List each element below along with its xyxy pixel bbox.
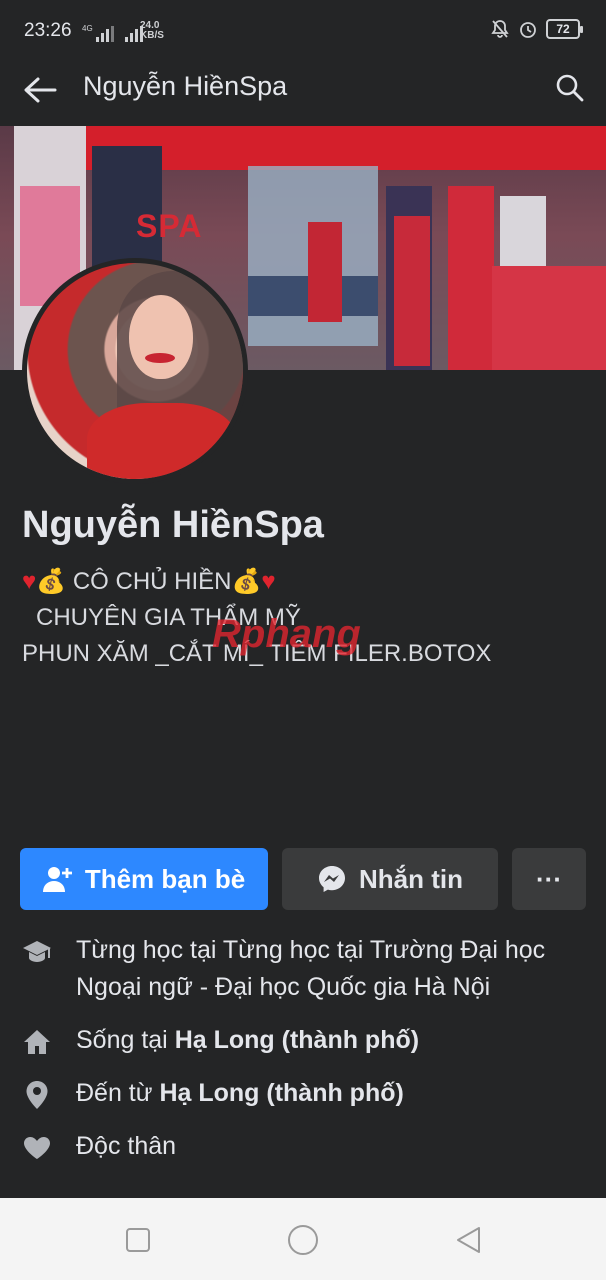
back-nav-button[interactable]: [448, 1220, 488, 1260]
home-icon: [20, 1027, 54, 1057]
bio-line-1: ♥💰 CÔ CHỦ HIỀN💰♥: [22, 564, 592, 600]
intro-education: Từng học tại Từng học tại Trường Đại học…: [20, 932, 590, 1006]
heart-icon: [20, 1133, 54, 1163]
system-nav-bar: [0, 1198, 606, 1280]
profile-name: Nguyễn HiềnSpa: [22, 504, 324, 546]
watermark-text: Rphang: [212, 612, 361, 656]
graduation-cap-icon: [20, 937, 54, 967]
relationship-text: Độc thân: [76, 1132, 177, 1160]
intro-lives-in: Sống tại Hạ Long (thành phố): [20, 1022, 590, 1059]
back-button[interactable]: [18, 68, 62, 112]
add-person-icon: [42, 867, 72, 892]
alarm-icon: [520, 22, 536, 38]
avatar-lips: [145, 353, 175, 363]
search-button[interactable]: [548, 66, 592, 110]
more-options-button[interactable]: ···: [512, 848, 586, 910]
avatar-face: [129, 295, 193, 379]
heart-icon: ♥: [22, 568, 37, 595]
status-time: 23:26: [24, 20, 72, 41]
circle-icon: [288, 1225, 318, 1255]
cover-sign-vertical-1: [308, 222, 342, 322]
watermark-logo: Rphang: [212, 612, 361, 657]
network-type-label: 4G: [82, 24, 93, 33]
lives-prefix: Sống tại: [76, 1026, 175, 1054]
arrow-left-icon: [24, 77, 57, 103]
money-bag-icon: 💰: [231, 568, 262, 595]
money-bag-icon: 💰: [36, 568, 67, 595]
battery-icon: 72: [546, 19, 583, 39]
avatar-dress: [87, 403, 237, 479]
from-prefix: Đến từ: [76, 1079, 160, 1107]
profile-actions: Thêm bạn bè Nhắn tin ···: [20, 848, 586, 910]
add-friend-button[interactable]: Thêm bạn bè: [20, 848, 268, 910]
add-friend-label: Thêm bạn bè: [84, 863, 246, 894]
cover-sign-vertical-2: [394, 216, 430, 366]
speed-unit: KB/S: [140, 30, 164, 41]
heart-icon: ♥: [261, 568, 276, 595]
signal-icon: [95, 26, 114, 42]
profile-intro: Từng học tại Từng học tại Trường Đại học…: [20, 932, 590, 1181]
messenger-icon: [319, 866, 345, 892]
cover-spa-sign: SPA: [136, 208, 203, 244]
message-button[interactable]: Nhắn tin: [282, 848, 498, 910]
cover-sign-vertical-3: [448, 186, 494, 370]
app-bar: Nguyễn HiềnSpa: [0, 62, 606, 126]
location-pin-icon: [20, 1080, 54, 1110]
bio-line-1-text: CÔ CHỦ HIỀN: [72, 568, 232, 595]
more-icon: ···: [536, 863, 562, 894]
search-icon: [556, 74, 584, 102]
profile-avatar[interactable]: [22, 258, 248, 484]
intro-from: Đến từ Hạ Long (thành phố): [20, 1075, 590, 1112]
page-title: Nguyễn HiềnSpa: [83, 71, 288, 101]
cover-portrait-poster: [500, 196, 546, 266]
recents-button[interactable]: [118, 1220, 158, 1260]
mute-icon: [491, 20, 509, 38]
education-text: Từng học tại Từng học tại Trường Đại học…: [76, 936, 546, 1001]
intro-relationship: Độc thân: [20, 1128, 590, 1165]
from-place-link[interactable]: Hạ Long (thành phố): [159, 1079, 403, 1107]
triangle-back-icon: [457, 1227, 480, 1253]
network-speed: 24.0 KB/S: [140, 21, 164, 41]
home-button[interactable]: [283, 1220, 323, 1260]
lives-place-link[interactable]: Hạ Long (thành phố): [175, 1026, 419, 1054]
square-icon: [126, 1228, 150, 1252]
cover-banner-right: [492, 266, 606, 370]
signal-icons: 4G: [82, 20, 143, 42]
message-label: Nhắn tin: [359, 863, 463, 894]
status-bar: 23:26 4G 24.0 KB/S 72: [0, 0, 606, 62]
